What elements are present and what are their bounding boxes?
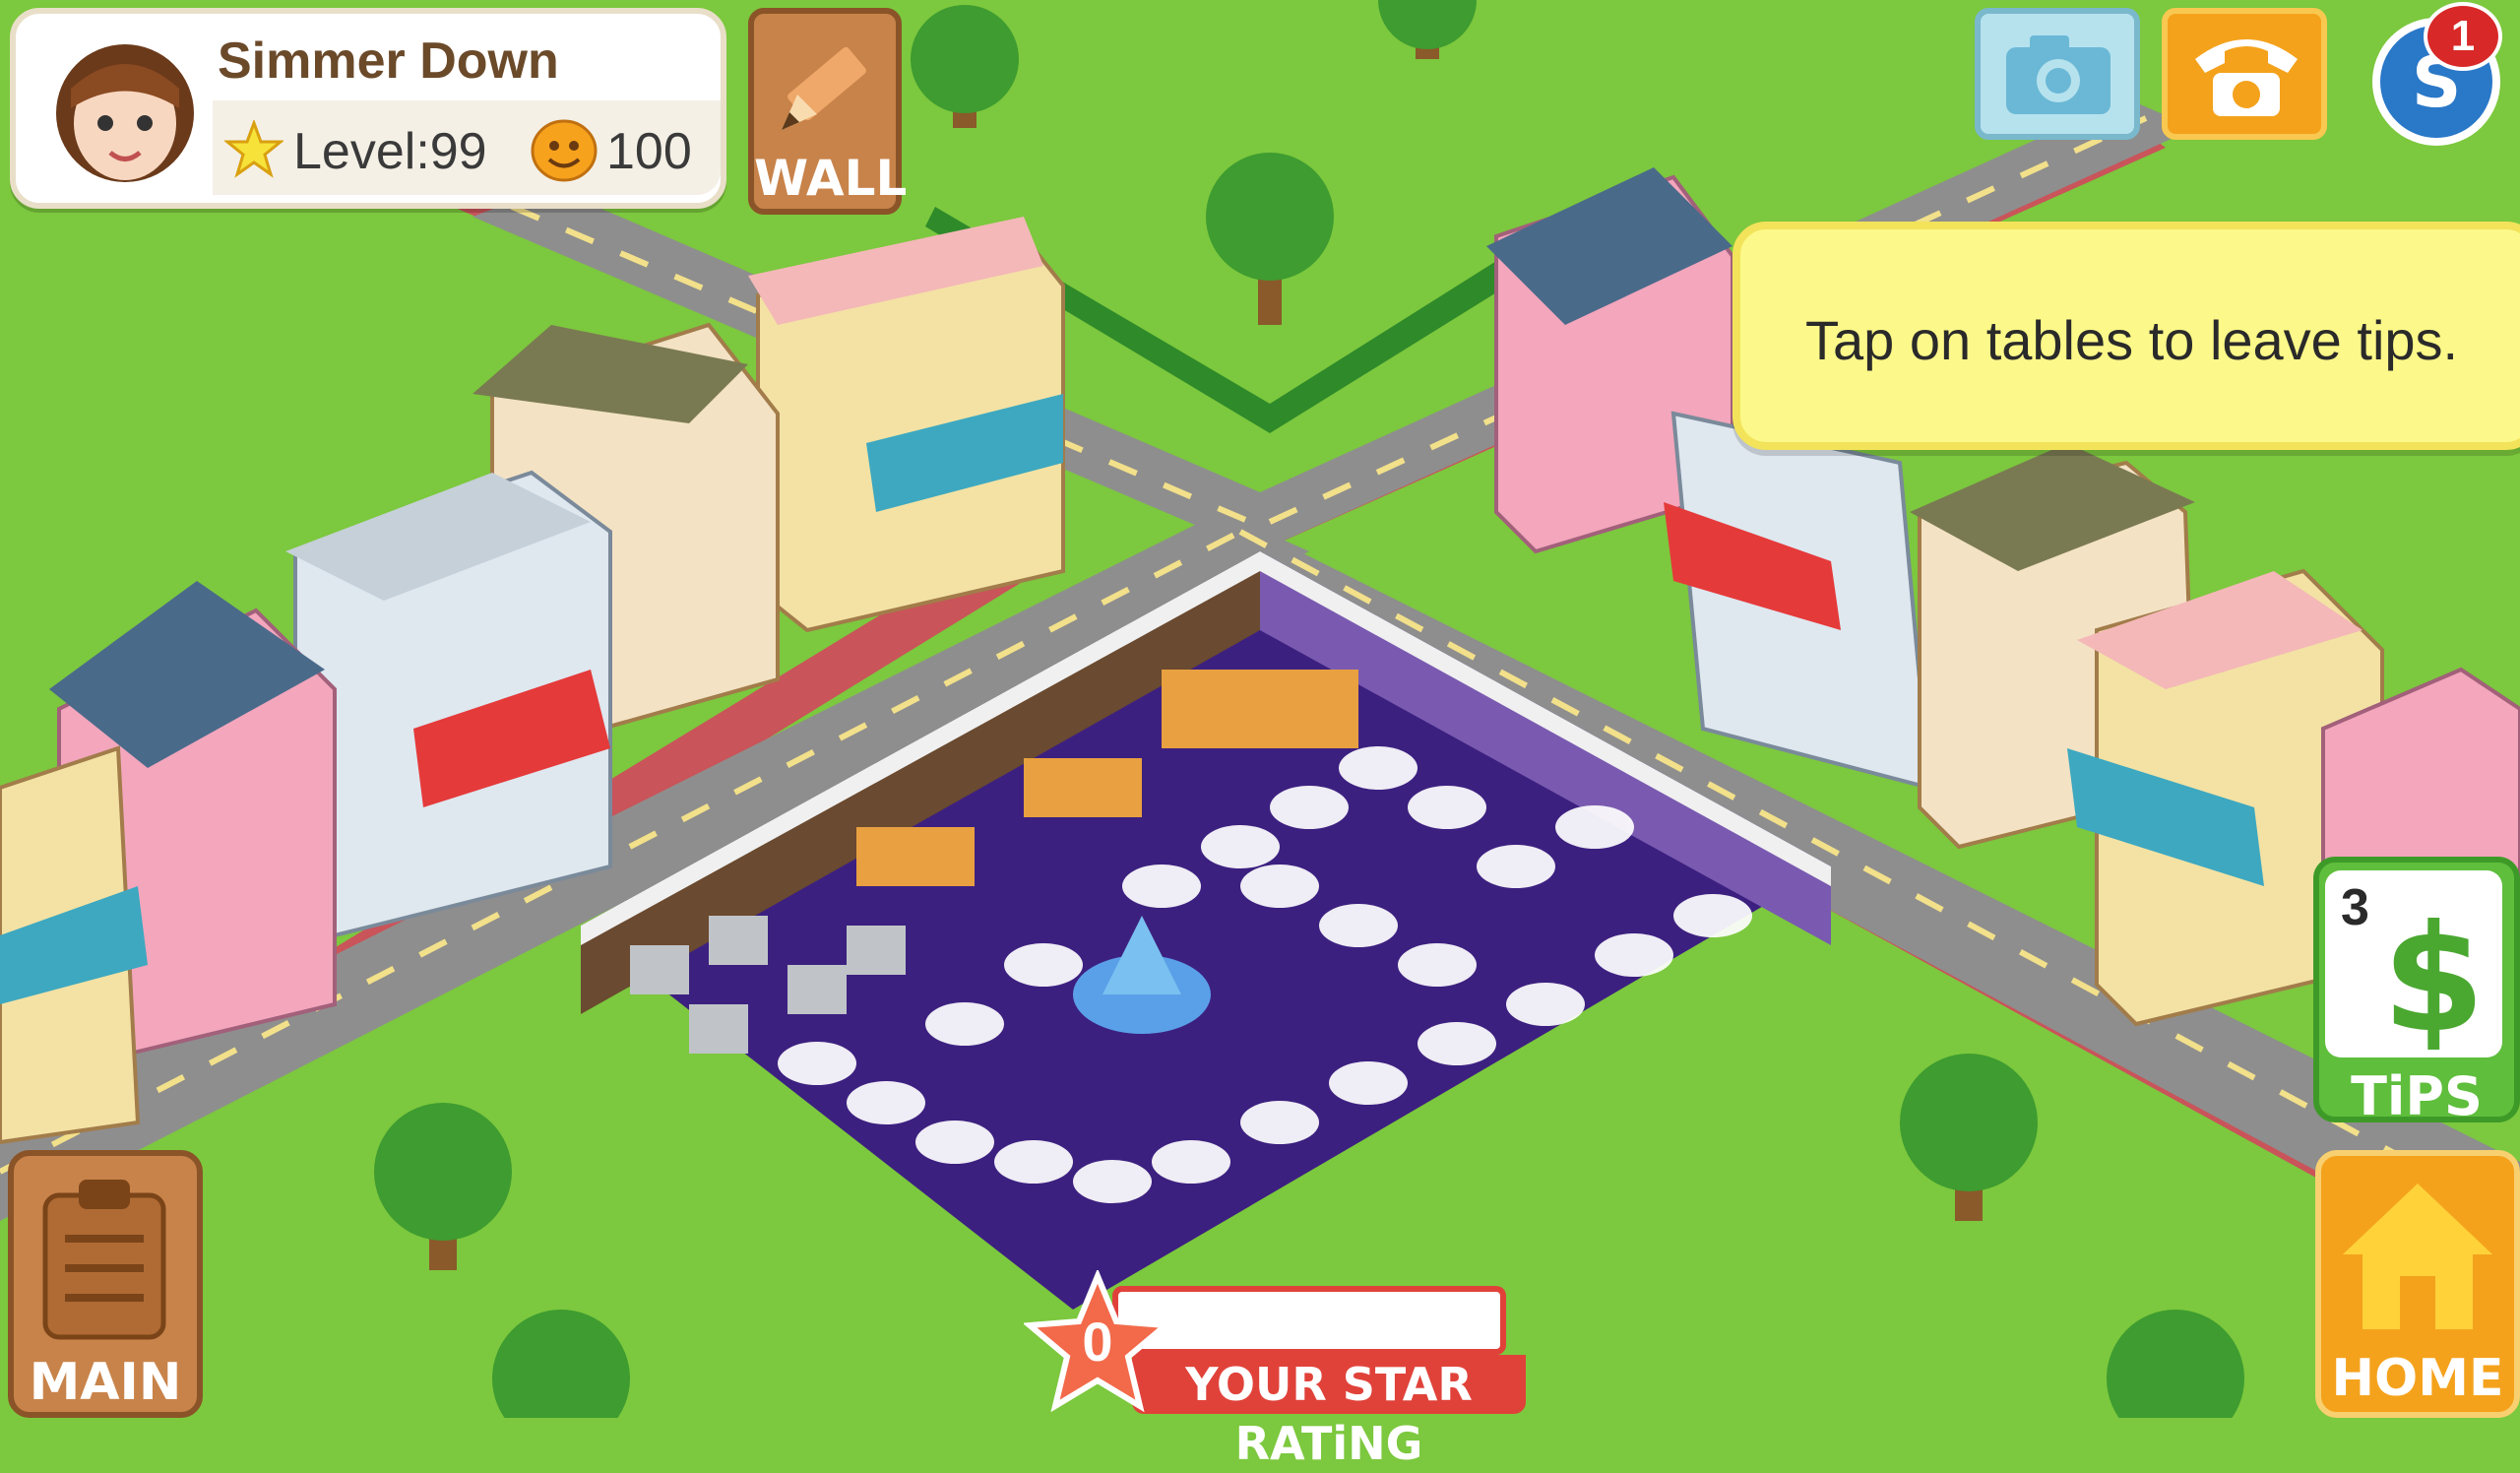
home-label: HOME bbox=[2331, 1349, 2504, 1408]
level-label: Level: bbox=[293, 123, 430, 180]
notification-badge: 1 bbox=[2424, 2, 2502, 71]
phone-icon bbox=[2195, 39, 2298, 116]
tips-count: 3 bbox=[2341, 879, 2369, 936]
star-rating-value: 0 bbox=[1082, 1311, 1113, 1373]
wall-label: WALL bbox=[754, 150, 908, 207]
house-icon bbox=[2343, 1184, 2492, 1329]
clipboard-icon bbox=[42, 1180, 166, 1340]
pencil-icon bbox=[782, 46, 866, 130]
camera-icon bbox=[2006, 35, 2110, 114]
player-stats: Level:99 100 bbox=[213, 100, 721, 195]
svg-text:$: $ bbox=[2382, 902, 2483, 1050]
tip-message-text: Tap on tables to leave tips. bbox=[1805, 309, 2459, 371]
coin-icon bbox=[531, 119, 598, 182]
tips-button[interactable]: 3 $ TiPS bbox=[2313, 857, 2520, 1127]
camera-button[interactable] bbox=[1975, 8, 2140, 140]
level-display: Level:99 bbox=[293, 122, 487, 181]
player-profile-panel[interactable]: Simmer Down Level:99 100 bbox=[10, 8, 726, 209]
star-rating-progress bbox=[1112, 1286, 1506, 1355]
game-scene[interactable] bbox=[0, 0, 2520, 1418]
coin-count: 100 bbox=[606, 123, 692, 180]
player-name: Simmer Down bbox=[218, 32, 559, 90]
star-rating-label: YOUR STAR RATiNG bbox=[1132, 1355, 1526, 1470]
phone-button[interactable] bbox=[2162, 8, 2327, 140]
level-value: 99 bbox=[429, 123, 487, 180]
dollar-icon: $ bbox=[2382, 902, 2483, 1050]
tip-message-box: Tap on tables to leave tips. bbox=[1732, 222, 2520, 450]
main-label: MAIN bbox=[29, 1353, 182, 1412]
star-icon bbox=[224, 120, 284, 178]
home-button[interactable]: HOME bbox=[2315, 1150, 2520, 1418]
chef-avatar bbox=[56, 44, 194, 182]
tips-label: TiPS bbox=[2351, 1065, 2483, 1127]
notification-count: 1 bbox=[2450, 12, 2476, 60]
wall-button[interactable]: WALL bbox=[748, 8, 908, 215]
main-menu-button[interactable]: MAIN bbox=[8, 1150, 203, 1418]
star-rating-bar: YOUR STAR RATiNG 0 bbox=[1024, 1270, 1526, 1470]
